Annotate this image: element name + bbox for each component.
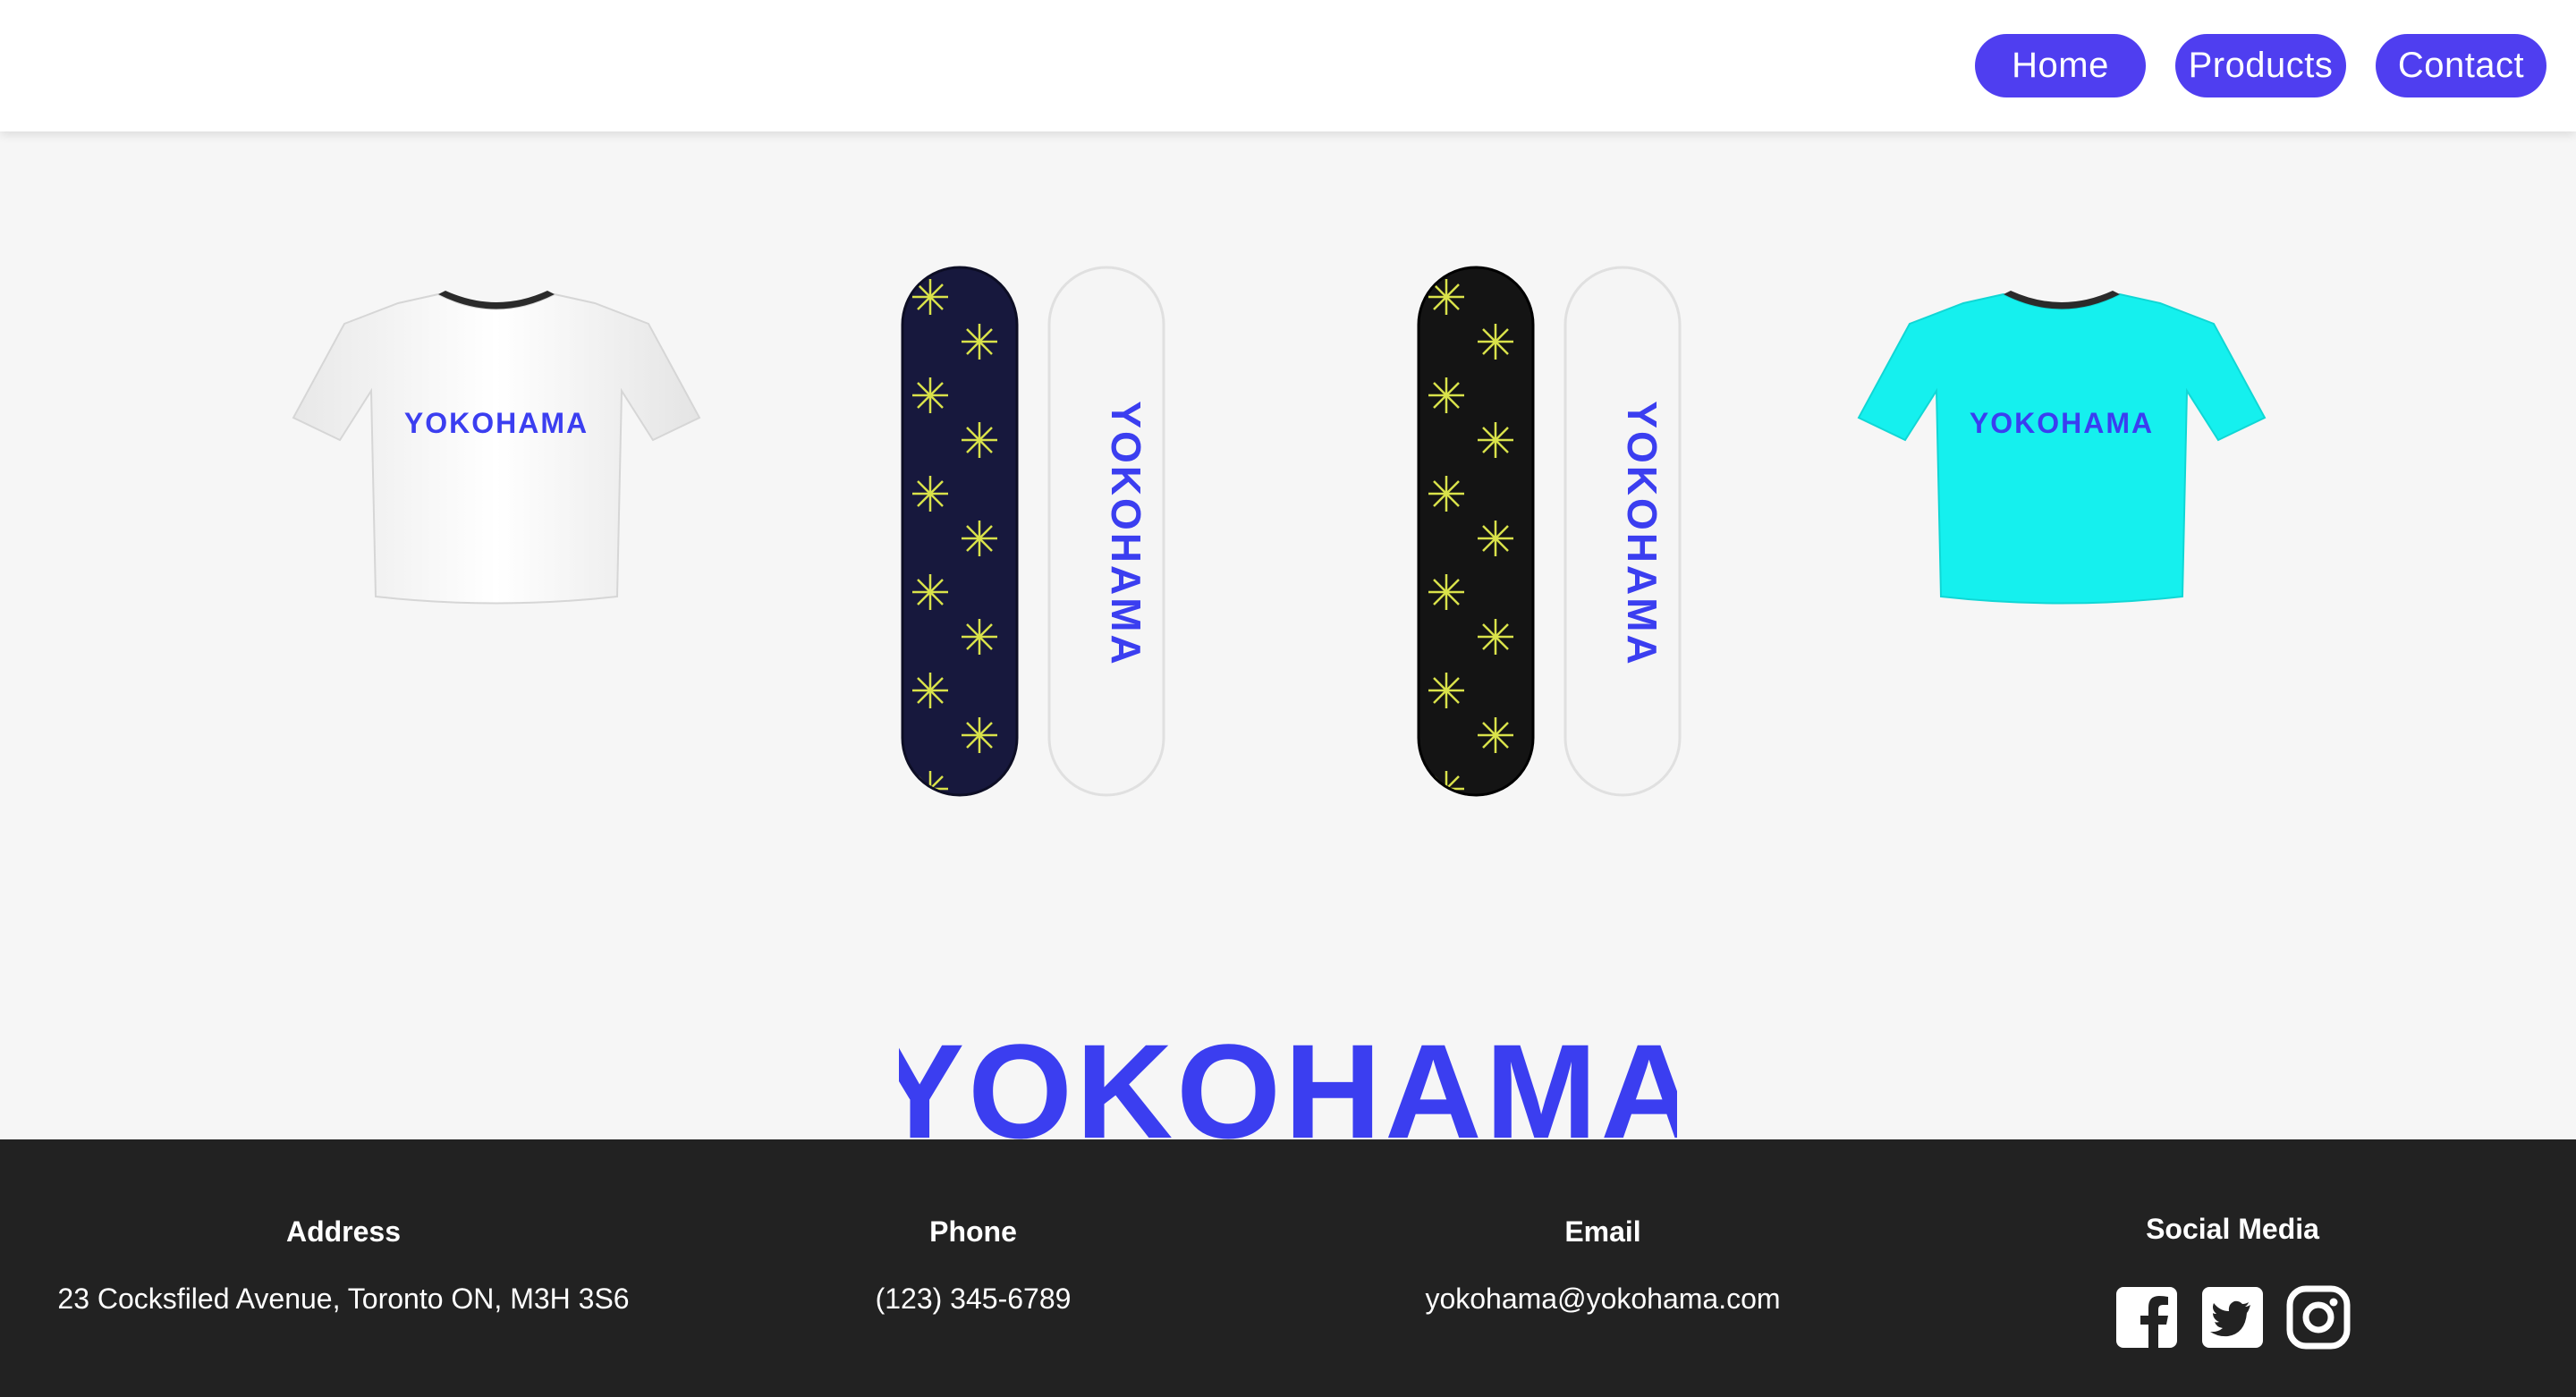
instagram-icon[interactable] xyxy=(2286,1285,2351,1350)
facebook-icon[interactable] xyxy=(2114,1285,2179,1350)
email-heading: Email xyxy=(1564,1215,1641,1248)
phone-value: (123) 345-6789 xyxy=(875,1283,1072,1315)
navy-snowboard-pair-image: YOKOHAMA xyxy=(901,266,1165,797)
black-snowboard-pair-image: YOKOHAMA xyxy=(1417,266,1682,797)
navy-snowboard-print: YOKOHAMA xyxy=(1103,401,1149,666)
cyan-tshirt-image: YOKOHAMA xyxy=(1857,291,2267,605)
product-showcase: YOKOHAMA YOKOHAMA YOKOHAMA YOKOHAMA YOKO… xyxy=(0,131,2576,1147)
site-footer: Address 23 Cocksfiled Avenue, Toronto ON… xyxy=(0,1139,2576,1397)
yokohama-wordmark-logo: YOKOHAMA xyxy=(899,1035,1677,1147)
address-value: 23 Cocksfiled Avenue, Toronto ON, M3H 3S… xyxy=(57,1283,630,1315)
social-media-heading: Social Media xyxy=(2146,1213,2319,1245)
nav-contact-button[interactable]: Contact xyxy=(2376,34,2546,97)
wordmark-text: YOKOHAMA xyxy=(899,1035,1677,1147)
nav-home-button[interactable]: Home xyxy=(1975,34,2146,97)
white-tshirt-image: YOKOHAMA xyxy=(292,291,701,605)
phone-heading: Phone xyxy=(929,1215,1017,1248)
twitter-icon[interactable] xyxy=(2200,1285,2265,1350)
email-value[interactable]: yokohama@yokohama.com xyxy=(1425,1283,1780,1316)
address-heading: Address xyxy=(285,1215,402,1248)
top-navigation-bar: Home Products Contact xyxy=(0,0,2576,131)
nav-products-button[interactable]: Products xyxy=(2175,34,2346,97)
cyan-tshirt-print: YOKOHAMA xyxy=(1970,407,2154,439)
black-snowboard-print: YOKOHAMA xyxy=(1619,401,1665,666)
white-tshirt-print: YOKOHAMA xyxy=(404,407,589,439)
